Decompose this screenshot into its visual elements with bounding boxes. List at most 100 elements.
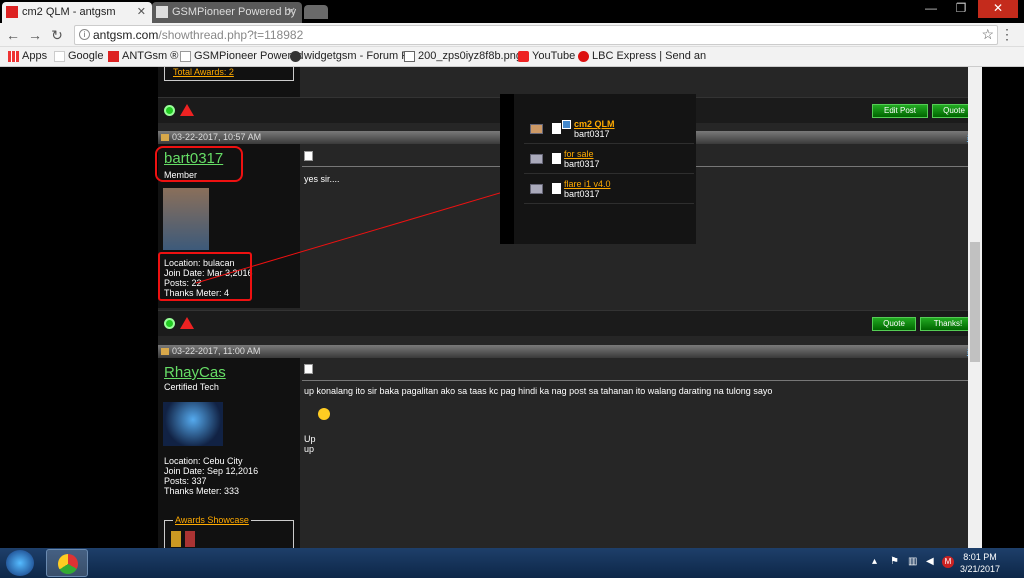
post-date: 03-22-2017, 11:00 AM — [172, 346, 261, 356]
thread-row[interactable]: for sale bart0317 — [524, 146, 694, 174]
forward-arrow-icon[interactable]: → — [26, 26, 44, 44]
post-icon — [161, 134, 169, 141]
thread-status-icon — [530, 184, 543, 194]
tab-cm2-qlm[interactable]: cm2 QLM - antgsm ✕ — [2, 2, 152, 23]
page-viewport: Total Awards: 2 Edit Post Quote 03-22-20… — [0, 67, 1024, 548]
quote-button[interactable]: Quote — [872, 317, 916, 331]
gmail-notifier-icon[interactable]: M — [942, 556, 954, 568]
back-arrow-icon[interactable]: ← — [4, 26, 22, 44]
tab-strip: cm2 QLM - antgsm ✕ GSMPioneer Powered by… — [0, 0, 1024, 23]
user-info: Location: Cebu City Join Date: Sep 12,20… — [164, 456, 258, 496]
smiley-icon — [318, 408, 330, 420]
post-message: yes sir.... — [304, 174, 340, 184]
report-warning-icon[interactable] — [180, 317, 194, 329]
bookmark-lbc[interactable]: LBC Express | Send an — [578, 50, 706, 62]
user-post-count: Posts: 337 — [164, 476, 207, 486]
tab-label: cm2 QLM - antgsm — [22, 6, 116, 18]
user-thanks-meter: Thanks Meter: 333 — [164, 486, 240, 496]
awards-showcase-link[interactable]: Awards Showcase — [173, 515, 251, 525]
bookmark-google[interactable]: Google — [54, 50, 103, 62]
thread-document-icon — [552, 123, 561, 134]
thread-row[interactable]: flare i1 v4.0 bart0317 — [524, 176, 694, 204]
scrollbar-thumb[interactable] — [970, 242, 980, 362]
show-hidden-icons-icon[interactable]: ▴ — [872, 556, 877, 567]
thread-status-icon — [530, 124, 543, 134]
address-bar[interactable]: i antgsm.com/showthread.php?t=118982 — [74, 25, 998, 45]
post-user-column: RhayCas Certified Tech Location: Cebu Ci… — [158, 358, 300, 548]
bookmark-antgsm[interactable]: ANTGsm ® — [108, 50, 178, 62]
bookmark-star-icon[interactable]: ☆ — [981, 26, 994, 43]
bookmark-youtube[interactable]: YouTube — [518, 50, 575, 62]
total-awards-link[interactable]: Total Awards: 2 — [173, 67, 234, 77]
clock-date: 3/21/2017 — [960, 564, 1001, 574]
maximize-icon[interactable]: ❐ — [946, 0, 976, 18]
flag-icon[interactable]: ⚑ — [890, 556, 899, 567]
bookmark-gsmpioneer[interactable]: GSMPioneer Powered — [180, 50, 303, 62]
close-tab-icon[interactable]: ✕ — [137, 5, 146, 18]
bookmark-label: YouTube — [532, 50, 576, 62]
new-tab-button[interactable] — [304, 5, 328, 19]
thread-author: bart0317 — [564, 159, 600, 169]
chrome-icon — [58, 554, 78, 574]
edit-post-button[interactable]: Edit Post — [872, 104, 928, 118]
post-date: 03-22-2017, 10:57 AM — [172, 132, 262, 142]
apps-grid-icon — [8, 51, 19, 62]
thread-title-link[interactable]: cm2 QLM — [574, 119, 615, 129]
awards-box: Total Awards: 2 — [164, 67, 294, 81]
chrome-menu-icon[interactable]: ⋮ — [1000, 26, 1014, 43]
reload-icon[interactable]: ↻ — [48, 26, 66, 44]
thread-title-link[interactable]: flare i1 v4.0 — [564, 179, 611, 189]
thread-title-link[interactable]: for sale — [564, 149, 594, 159]
start-button[interactable] — [6, 550, 34, 576]
antgsm-icon — [108, 51, 119, 62]
highlight-username — [155, 146, 243, 182]
avatar[interactable] — [163, 402, 223, 446]
report-warning-icon[interactable] — [180, 104, 194, 116]
bookmark-apps[interactable]: Apps — [8, 50, 47, 62]
network-icon[interactable]: ▥ — [908, 556, 917, 567]
user-location: Location: Cebu City — [164, 456, 243, 466]
username-link[interactable]: RhayCas — [164, 364, 226, 381]
system-clock[interactable]: 8:01 PM 3/21/2017 — [960, 551, 1000, 575]
bookmark-label: LBC Express | Send an — [592, 50, 707, 62]
clock-time: 8:01 PM — [963, 552, 997, 562]
post-icon — [161, 348, 169, 355]
thread-document-icon — [552, 183, 561, 194]
award-medal-icon[interactable] — [171, 531, 181, 547]
bookmarks-bar: Apps Google ANTGsm ® GSMPioneer Powered … — [0, 47, 1024, 67]
page-scrollbar[interactable] — [968, 67, 982, 548]
user-title: Certified Tech — [164, 382, 219, 392]
award-medal-icon[interactable] — [185, 531, 195, 547]
post-message-line: up — [304, 444, 315, 454]
volume-icon[interactable]: ◀ — [926, 556, 934, 567]
awards-showcase-box: Awards Showcase — [164, 515, 294, 548]
bookmark-label: ANTGsm ® — [122, 50, 179, 62]
bookmark-label: widgetgsm - Forum R — [304, 50, 410, 62]
avatar[interactable] — [163, 188, 209, 250]
post-message: up konalang ito sir baka pagalitan ako s… — [304, 386, 773, 396]
highlight-user-info — [158, 252, 252, 301]
user-threads-popup: cm2 QLM bart0317 for sale bart0317 flare… — [500, 94, 696, 244]
post-divider — [302, 380, 978, 381]
post-footer: Quote Thanks! — [158, 310, 982, 336]
minimize-icon[interactable]: — — [916, 0, 946, 18]
image-icon — [404, 51, 415, 62]
page-favicon-icon — [156, 6, 168, 18]
online-status-icon — [164, 105, 175, 116]
thread-row[interactable]: cm2 QLM bart0317 — [524, 116, 694, 144]
thread-document-icon — [552, 153, 561, 164]
bookmark-image[interactable]: 200_zps0iyz8f8b.png — [404, 50, 522, 62]
windows-taskbar: ▴ ⚑ ▥ ◀ M 8:01 PM 3/21/2017 — [0, 548, 1024, 578]
info-icon[interactable]: i — [79, 29, 90, 40]
browser-toolbar: ← → ↻ i antgsm.com/showthread.php?t=1189… — [0, 23, 1024, 47]
close-tab-icon[interactable]: ✕ — [287, 5, 296, 18]
taskbar-chrome-button[interactable] — [46, 549, 88, 577]
close-window-icon[interactable]: ✕ — [978, 0, 1018, 18]
url-host: antgsm.com — [93, 28, 159, 42]
tab-gsmpioneer[interactable]: GSMPioneer Powered by ✕ — [152, 2, 302, 23]
post-document-icon — [304, 364, 313, 374]
antgsm-favicon-icon — [6, 6, 18, 18]
post-date-bar: 03-22-2017, 11:00 AM #4 — [158, 345, 982, 358]
bookmark-widgetgsm[interactable]: widgetgsm - Forum R — [290, 50, 409, 62]
thread-author: bart0317 — [564, 189, 600, 199]
